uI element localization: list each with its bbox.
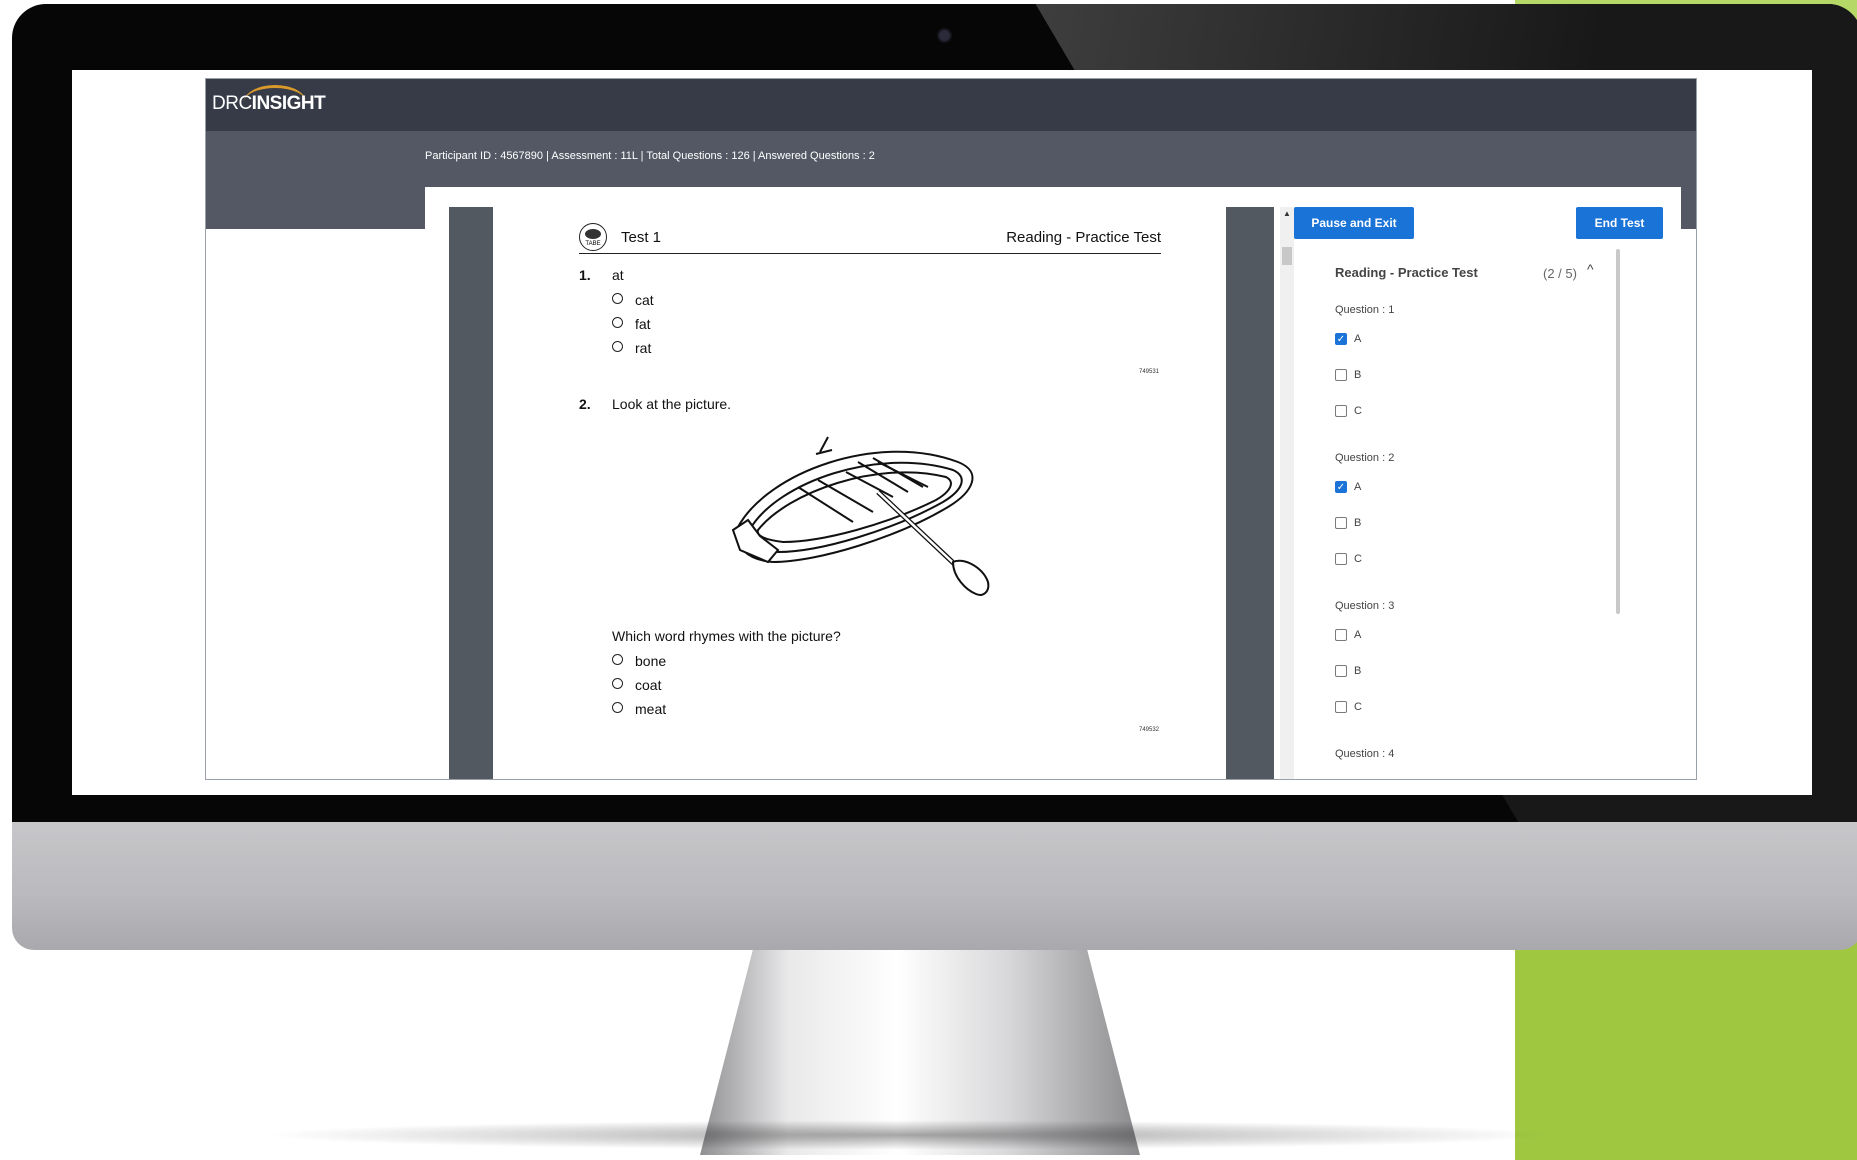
checkbox-icon[interactable] <box>1335 517 1347 529</box>
option-label: A <box>1354 629 1362 641</box>
test-page: TABE Test 1 Reading - Practice Test 1. a… <box>493 207 1226 779</box>
page-header-subject: Reading - Practice Test <box>1006 229 1161 246</box>
option-label: B <box>1354 369 1362 381</box>
question-1-number: 1. <box>579 267 591 283</box>
checkbox-icon[interactable] <box>1335 405 1347 417</box>
option-label: fat <box>635 316 651 332</box>
page-header-test: Test 1 <box>621 229 662 246</box>
checkbox-icon[interactable] <box>1335 701 1347 713</box>
nav-question-1-option-c[interactable]: C <box>1335 405 1362 417</box>
logo-drc: DRC <box>212 93 252 114</box>
option-label: C <box>1354 553 1362 565</box>
question-2-option-2[interactable]: coat <box>612 677 661 693</box>
logo-insight: INSIGHT <box>251 93 326 114</box>
question-1-option-1[interactable]: cat <box>612 292 654 308</box>
nav-question-2-option-a[interactable]: ✓ A <box>1335 481 1361 493</box>
test-app-window: DRCINSIGHT Participant ID : 4567890 | As… <box>205 78 1697 780</box>
nav-question-1-option-b[interactable]: B <box>1335 369 1361 381</box>
radio-icon[interactable] <box>612 317 623 328</box>
question-2-option-3[interactable]: meat <box>612 701 666 717</box>
question-2-text: Which word rhymes with the picture? <box>612 628 841 644</box>
question-1-item-code: 749531 <box>1139 369 1160 375</box>
nav-question-3-option-a[interactable]: A <box>1335 629 1361 641</box>
radio-icon[interactable] <box>612 341 623 352</box>
option-label: rat <box>635 340 652 356</box>
monitor-chin <box>12 822 1857 950</box>
pause-and-exit-button[interactable]: Pause and Exit <box>1294 207 1414 239</box>
scroll-up-arrow-icon[interactable]: ▲ <box>1283 209 1291 218</box>
participant-info-text: Participant ID : 4567890 | Assessment : … <box>425 150 875 162</box>
nav-question-1-option-a[interactable]: ✓ A <box>1335 333 1361 345</box>
nav-question-3-label: Question : 3 <box>1335 600 1395 612</box>
tabe-logo-icon: TABE <box>579 223 607 251</box>
viewer-scrollbar[interactable]: ▲ <box>1280 207 1294 779</box>
option-label: C <box>1354 701 1362 713</box>
radio-icon[interactable] <box>612 293 623 304</box>
nav-question-3-option-c[interactable]: C <box>1335 701 1362 713</box>
test-content-area: TABE Test 1 Reading - Practice Test 1. a… <box>425 187 1681 779</box>
radio-icon[interactable] <box>612 702 623 713</box>
nav-question-2-option-b[interactable]: B <box>1335 517 1361 529</box>
nav-question-2-label: Question : 2 <box>1335 452 1395 464</box>
question-navigator: Reading - Practice Test (2 / 5) ^ Questi… <box>1313 249 1669 779</box>
pdf-viewer[interactable]: TABE Test 1 Reading - Practice Test 1. a… <box>449 207 1274 779</box>
rowboat-illustration <box>731 436 990 596</box>
checkbox-icon[interactable] <box>1335 369 1347 381</box>
checkbox-icon[interactable] <box>1335 665 1347 677</box>
drc-insight-logo: DRCINSIGHT <box>212 93 326 115</box>
option-label: A <box>1354 481 1362 493</box>
question-1-prompt: at <box>612 267 624 283</box>
nav-question-2-option-c[interactable]: C <box>1335 553 1362 565</box>
radio-icon[interactable] <box>612 654 623 665</box>
navigator-title: Reading - Practice Test <box>1335 265 1478 280</box>
monitor-shadow <box>260 1120 1560 1150</box>
checkbox-icon[interactable] <box>1335 629 1347 641</box>
option-label: B <box>1354 665 1362 677</box>
navigator-count: (2 / 5) <box>1543 266 1577 281</box>
nav-question-4-label: Question : 4 <box>1335 748 1395 760</box>
scrollbar-thumb[interactable] <box>1282 247 1292 265</box>
question-1-option-3[interactable]: rat <box>612 340 651 356</box>
checkbox-checked-icon[interactable]: ✓ <box>1335 481 1347 493</box>
webcam-icon <box>937 28 952 43</box>
option-label: bone <box>635 653 667 669</box>
question-2-option-1[interactable]: bone <box>612 653 666 669</box>
option-label: meat <box>635 701 667 717</box>
option-label: A <box>1354 333 1362 345</box>
nav-question-3-option-b[interactable]: B <box>1335 665 1361 677</box>
option-label: cat <box>635 292 654 308</box>
navigator-scrollbar[interactable] <box>1616 249 1620 614</box>
question-1-option-2[interactable]: fat <box>612 316 651 332</box>
option-label: B <box>1354 517 1362 529</box>
option-label: C <box>1354 405 1362 417</box>
question-2-number: 2. <box>579 396 591 412</box>
checkbox-checked-icon[interactable]: ✓ <box>1335 333 1347 345</box>
nav-question-1-label: Question : 1 <box>1335 304 1395 316</box>
app-header: DRCINSIGHT <box>206 79 1696 131</box>
collapse-chevron-up-icon[interactable]: ^ <box>1587 261 1594 277</box>
question-2-item-code: 749532 <box>1139 727 1160 733</box>
left-blank-area <box>206 229 425 779</box>
page-header: TABE Test 1 Reading - Practice Test <box>579 223 1161 254</box>
question-2-prompt: Look at the picture. <box>612 396 732 412</box>
end-test-button[interactable]: End Test <box>1576 207 1663 239</box>
checkbox-icon[interactable] <box>1335 553 1347 565</box>
monitor-screen: DRCINSIGHT Participant ID : 4567890 | As… <box>72 70 1812 795</box>
radio-icon[interactable] <box>612 678 623 689</box>
option-label: coat <box>635 677 662 693</box>
